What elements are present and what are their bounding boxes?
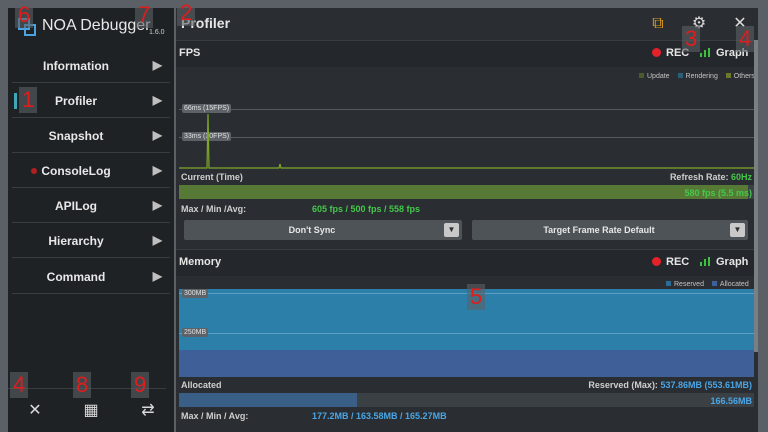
refresh-value: 60Hz [730,172,752,182]
fps-current-label: Current (Time) [181,172,243,182]
fps-title: FPS [179,47,201,59]
legend-swatch [639,73,644,78]
memory-legend: Reserved Allocated [660,281,749,288]
annotation-badge: 3 [682,26,701,52]
grid-icon[interactable]: ▦ [79,400,103,420]
sidebar-item-hierarchy[interactable]: Hierarchy ▶ [12,225,170,258]
window-copy-icon[interactable]: ⧉ [648,14,668,34]
legend-update: Update [647,73,670,80]
sidebar-item-label: Information [43,59,109,73]
legend-swatch [666,281,671,286]
chevron-right-icon: ▶ [152,198,162,212]
memory-allocated-value: 166.56MB [710,396,752,406]
memory-reserved: Reserved (Max): 537.86MB (553.61MB) [588,380,752,390]
record-icon [652,48,661,57]
sidebar-item-label: Command [46,270,106,284]
memory-allocated-bar [179,393,754,407]
legend-allocated: Allocated [719,281,749,288]
annotation-badge: 7 [135,2,154,28]
sidebar: NOA Debugger 1.6.0 Information ▶ Profile… [8,8,174,432]
allocated-area [179,350,754,377]
record-icon [652,257,661,266]
annotation-badge: 4 [10,372,29,398]
chevron-right-icon: ▶ [152,58,162,72]
legend-swatch [711,281,717,286]
fps-section-header: FPS REC Graph [176,40,754,67]
grid-label-250mb: 250MB [182,328,209,337]
chevron-right-icon: ▶ [152,269,162,283]
close-icon[interactable]: ✕ [23,400,47,420]
annotation-badge: 2 [177,0,196,26]
grid-label-300mb: 300MB [182,289,209,298]
sync-dropdown[interactable]: Don't Sync ▼ [184,220,462,240]
target-frame-rate-dropdown[interactable]: Target Frame Rate Default ▼ [472,220,748,240]
target-frame-rate-label: Target Frame Rate Default [543,225,655,235]
annotation-badge: 6 [15,2,34,28]
annotation-badge: 5 [467,284,486,310]
fps-mma-value: 605 fps / 500 fps / 558 fps [312,204,421,214]
dropdown-arrow-icon: ▼ [730,223,745,237]
sidebar-item-label: Hierarchy [48,234,104,248]
bar-graph-icon [700,257,710,266]
annotation-badge: 8 [73,372,92,398]
annotation-badge: 1 [19,87,38,113]
legend-reserved: Reserved [674,281,704,288]
fps-current-bar-fill [179,185,749,199]
annotation-badge: 9 [131,372,150,398]
sidebar-item-label: ConsoleLog [41,164,111,178]
reserved-value: 537.86MB (553.61MB) [660,380,752,390]
legend-rendering: Rendering [685,73,718,80]
chevron-right-icon: ▶ [152,233,162,247]
memory-graph-toggle[interactable]: Graph [700,256,748,268]
sidebar-item-label: Snapshot [48,129,104,143]
fps-trace [179,113,754,169]
rec-label: REC [666,256,690,268]
sync-dropdown-label: Don't Sync [288,225,336,235]
legend-swatch [677,73,683,78]
graph-label: Graph [716,256,749,268]
memory-mma-value: 177.2MB / 163.58MB / 165.27MB [312,411,447,421]
memory-rec-toggle[interactable]: REC [652,256,689,268]
sidebar-item-snapshot[interactable]: Snapshot ▶ [12,120,170,153]
sidebar-item-information[interactable]: Information ▶ [12,50,170,83]
chevron-right-icon: ▶ [152,128,162,142]
legend-swatch [725,73,731,78]
profiler-panel: Profiler ⧉ ⚙ ✕ FPS REC Graph Update Rend… [176,8,758,432]
grid-line [179,333,754,334]
app-version: 1.6.0 [149,29,165,36]
scrollbar[interactable] [754,40,758,352]
swap-arrows-icon[interactable]: ⇄ [136,400,160,420]
reserved-label: Reserved (Max): [588,380,658,390]
fps-mma-label: Max / Min /Avg: [181,204,247,214]
chevron-right-icon: ▶ [152,93,162,107]
dropdown-arrow-icon: ▼ [444,223,459,237]
fps-refresh-rate: Refresh Rate: 60Hz [670,172,752,182]
fps-current-value: 580 fps (5.5 ms) [684,188,752,198]
memory-mma-label: Max / Min / Avg: [181,411,249,421]
legend-others: Others [733,73,755,80]
bar-graph-icon [700,48,710,57]
chevron-right-icon: ▶ [152,163,162,177]
memory-allocated-label: Allocated [181,380,222,390]
sidebar-item-command[interactable]: Command ▶ [12,261,170,294]
sidebar-item-apilog[interactable]: APILog ▶ [12,190,170,223]
fps-graph: 66ms (15FPS) 33ms (30FPS) [179,84,754,172]
memory-section-header: Memory REC Graph [176,249,754,276]
fps-current-bar [179,185,754,199]
memory-allocated-bar-fill [179,393,358,407]
memory-title: Memory [179,256,222,268]
refresh-label: Refresh Rate: [669,172,729,182]
annotation-badge: 4 [736,26,755,52]
sidebar-item-label: APILog [55,199,97,213]
fps-legend: Update Rendering Others [633,73,755,80]
sidebar-item-consolelog[interactable]: ConsoleLog ▶ [12,155,170,188]
